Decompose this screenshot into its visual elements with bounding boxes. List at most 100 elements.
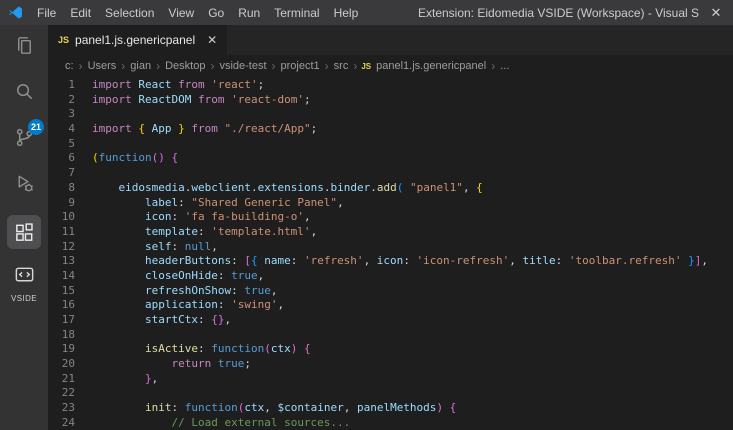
code-line[interactable]: 3 (48, 107, 733, 122)
code-line-content[interactable]: refreshOnShow: true, (75, 284, 277, 299)
code-line-content[interactable] (75, 166, 92, 181)
breadcrumb-item[interactable]: project1 (280, 60, 321, 72)
line-number[interactable]: 17 (48, 313, 75, 328)
menu-run[interactable]: Run (231, 6, 267, 20)
line-number[interactable]: 24 (48, 416, 75, 430)
code-line-content[interactable]: label: "Shared Generic Panel", (75, 196, 344, 211)
code-token: 'icon-refresh' (409, 254, 510, 268)
code-line[interactable]: 6 (function() { (48, 151, 733, 166)
code-line[interactable]: 7 (48, 166, 733, 181)
code-line[interactable]: 21 }, (48, 372, 733, 387)
code-line[interactable]: 12 self: null, (48, 240, 733, 255)
activity-item-run-debug[interactable] (0, 163, 48, 209)
code-line[interactable]: 15 refreshOnShow: true, (48, 284, 733, 299)
code-line-content[interactable]: }, (75, 372, 158, 387)
code-line[interactable]: 10 icon: 'fa fa-building-o', (48, 210, 733, 225)
code-line[interactable]: 1 import React from 'react'; (48, 78, 733, 93)
menu-go[interactable]: Go (201, 6, 231, 20)
code-line-content[interactable]: init: function(ctx, $container, panelMet… (75, 401, 456, 416)
code-line-content[interactable] (75, 386, 92, 401)
code-line-content[interactable] (75, 107, 92, 122)
code-line[interactable]: 5 (48, 137, 733, 152)
line-number[interactable]: 22 (48, 386, 75, 401)
code-line-content[interactable]: return true; (75, 357, 251, 372)
breadcrumb-item[interactable]: vside-test (218, 60, 267, 72)
code-line[interactable]: 11 template: 'template.html', (48, 225, 733, 240)
line-number[interactable]: 5 (48, 137, 75, 152)
code-line-content[interactable]: headerButtons: [{ name: 'refresh', icon:… (75, 254, 708, 269)
activity-item-explorer[interactable] (0, 25, 48, 71)
code-line-content[interactable]: icon: 'fa fa-building-o', (75, 210, 311, 225)
line-number[interactable]: 20 (48, 357, 75, 372)
tab-panel1-js-genericpanel[interactable]: JS panel1.js.genericpanel ✕ (48, 25, 228, 55)
tab-close-icon[interactable]: ✕ (207, 33, 217, 47)
line-number[interactable]: 4 (48, 122, 75, 137)
code-line-content[interactable]: isActive: function(ctx) { (75, 342, 311, 357)
line-number[interactable]: 6 (48, 151, 75, 166)
line-number[interactable]: 9 (48, 196, 75, 211)
code-line-content[interactable]: self: null, (75, 240, 218, 255)
window-close-button[interactable]: ✕ (699, 0, 733, 25)
breadcrumb-item[interactable]: Desktop (164, 60, 206, 72)
code-line-content[interactable]: application: 'swing', (75, 298, 284, 313)
code-line[interactable]: 19 isActive: function(ctx) { (48, 342, 733, 357)
activity-item-extensions[interactable] (0, 209, 48, 255)
line-number[interactable]: 18 (48, 328, 75, 343)
breadcrumb-overflow[interactable]: ... (499, 60, 510, 72)
activity-item-search[interactable] (0, 71, 48, 117)
line-number[interactable]: 12 (48, 240, 75, 255)
line-number[interactable]: 1 (48, 78, 75, 93)
line-number[interactable]: 14 (48, 269, 75, 284)
line-number[interactable]: 16 (48, 298, 75, 313)
menu-file[interactable]: File (30, 6, 63, 20)
line-number[interactable]: 8 (48, 181, 75, 196)
menu-selection[interactable]: Selection (98, 6, 161, 20)
line-number[interactable]: 21 (48, 372, 75, 387)
menu-terminal[interactable]: Terminal (267, 6, 326, 20)
breadcrumb-file[interactable]: panel1.js.genericpanel (375, 60, 487, 72)
code-line[interactable]: 2 import ReactDOM from 'react-dom'; (48, 93, 733, 108)
code-line-content[interactable]: import ReactDOM from 'react-dom'; (75, 93, 311, 108)
line-number[interactable]: 10 (48, 210, 75, 225)
line-number[interactable]: 23 (48, 401, 75, 416)
code-line-content[interactable]: closeOnHide: true, (75, 269, 264, 284)
menu-view[interactable]: View (161, 6, 201, 20)
breadcrumb-item[interactable]: src (333, 60, 350, 72)
breadcrumb-item[interactable]: Users (87, 60, 118, 72)
activity-item-source-control[interactable]: 21 (0, 117, 48, 163)
code-line-content[interactable] (75, 328, 92, 343)
code-editor[interactable]: 1 import React from 'react'; 2 import React… (48, 77, 733, 430)
breadcrumb-item[interactable]: c: (64, 60, 75, 72)
line-number[interactable]: 19 (48, 342, 75, 357)
code-line-content[interactable]: startCtx: {}, (75, 313, 231, 328)
menu-help[interactable]: Help (327, 6, 366, 20)
code-line[interactable]: 23 init: function(ctx, $container, panel… (48, 401, 733, 416)
code-line[interactable]: 4 import { App } from "./react/App"; (48, 122, 733, 137)
activity-item-vside[interactable]: VSIDE (0, 255, 48, 311)
line-number[interactable]: 7 (48, 166, 75, 181)
code-line-content[interactable]: import React from 'react'; (75, 78, 264, 93)
line-number[interactable]: 2 (48, 93, 75, 108)
code-line[interactable]: 18 (48, 328, 733, 343)
line-number[interactable]: 3 (48, 107, 75, 122)
code-line-content[interactable] (75, 137, 92, 152)
code-line-content[interactable]: template: 'template.html', (75, 225, 317, 240)
line-number[interactable]: 13 (48, 254, 75, 269)
code-line-content[interactable]: (function() { (75, 151, 178, 166)
line-number[interactable]: 11 (48, 225, 75, 240)
breadcrumb-item[interactable]: gian (129, 60, 152, 72)
code-line[interactable]: 8 eidosmedia.webclient.extensions.binder… (48, 181, 733, 196)
code-line[interactable]: 14 closeOnHide: true, (48, 269, 733, 284)
code-line[interactable]: 13 headerButtons: [{ name: 'refresh', ic… (48, 254, 733, 269)
code-line-content[interactable]: import { App } from "./react/App"; (75, 122, 317, 137)
code-line[interactable]: 22 (48, 386, 733, 401)
code-line-content[interactable]: eidosmedia.webclient.extensions.binder.a… (75, 181, 483, 196)
line-number[interactable]: 15 (48, 284, 75, 299)
code-line[interactable]: 24 // Load external sources... (48, 416, 733, 430)
code-line-content[interactable]: // Load external sources... (75, 416, 350, 430)
code-line[interactable]: 17 startCtx: {}, (48, 313, 733, 328)
menu-edit[interactable]: Edit (63, 6, 98, 20)
code-line[interactable]: 9 label: "Shared Generic Panel", (48, 196, 733, 211)
code-line[interactable]: 20 return true; (48, 357, 733, 372)
code-line[interactable]: 16 application: 'swing', (48, 298, 733, 313)
